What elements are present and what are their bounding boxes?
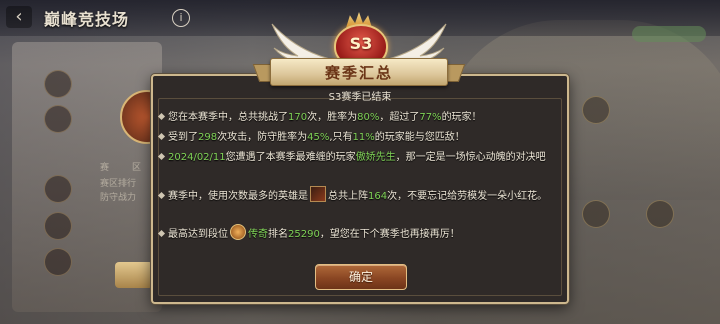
text: ,只有: [329, 132, 353, 143]
text: 的玩家！: [441, 112, 482, 123]
rival-name: 傲娇先生: [355, 152, 396, 163]
back-button[interactable]: ‹: [6, 6, 32, 28]
text: 受到了: [168, 132, 198, 143]
side-menu-icon[interactable]: [44, 175, 72, 203]
text: 您遭遇了本赛季最难缠的玩家: [225, 152, 356, 163]
side-menu-icon[interactable]: [44, 248, 72, 276]
rank-tier: 传奇: [248, 229, 268, 240]
season-summary-dialog: S3赛季已结束 您在本赛季中，总共挑战了170次，胜率为80%，超过了77%的玩…: [151, 74, 569, 304]
text: 您在本赛季中，总共挑战了: [168, 112, 288, 123]
right-menu-icon[interactable]: [646, 200, 674, 228]
title-banner: 赛季汇总: [270, 58, 448, 86]
bg-label: 区: [132, 163, 142, 173]
side-menu-icon[interactable]: [44, 212, 72, 240]
rank-tier-icon: [230, 224, 246, 240]
defense-rate: 45%: [307, 132, 330, 143]
rival-date: 2024/02/11: [168, 152, 226, 163]
hero-use-count: 164: [368, 191, 388, 202]
season-emblem-text: S3: [349, 34, 373, 53]
confirm-button[interactable]: 确定: [315, 264, 407, 290]
right-menu-icon[interactable]: [582, 96, 610, 124]
text: 次，胜率为: [307, 112, 358, 123]
background-button[interactable]: [115, 262, 153, 288]
challenge-count: 170: [288, 112, 308, 123]
side-menu-icon[interactable]: [44, 70, 72, 98]
summary-line-defense: 受到了298次攻击，防守胜率为45%,只有11%的玩家能与您匹敌！: [157, 130, 559, 146]
season-ended-subtitle: S3赛季已结束: [328, 92, 392, 103]
text: 赛季中，使用次数最多的英雄是: [168, 191, 308, 202]
bullet-icon: [157, 132, 166, 141]
dialog-title: 赛季汇总: [324, 64, 393, 82]
currency-pill: [632, 26, 706, 42]
win-rate: 80%: [357, 112, 380, 123]
summary-line-rank: 最高达到段位 传奇排名25290，望您在下个赛季也再接再厉！: [157, 224, 559, 243]
text: 最高达到段位: [168, 229, 228, 240]
text: 总共上阵: [328, 191, 368, 202]
page-title: 巅峰竞技场: [44, 10, 130, 29]
back-arrow-icon: ‹: [15, 6, 23, 27]
bg-label: 赛: [100, 163, 110, 173]
text: ，那一定是一场惊心动魄的对决吧: [395, 152, 546, 163]
bullet-icon: [157, 112, 166, 121]
bullet-icon: [157, 229, 166, 238]
summary-line-rival: 2024/02/11您遭遇了本赛季最难缠的玩家傲娇先生，那一定是一场惊心动魄的对…: [157, 150, 559, 166]
text: ，超过了: [379, 112, 420, 123]
text: 次攻击，防守胜率为: [217, 132, 308, 143]
attack-count: 298: [198, 132, 218, 143]
info-icon[interactable]: i: [172, 9, 190, 27]
hero-portrait-icon: [310, 186, 326, 202]
text: ，望您在下个赛季也再接再厉！: [319, 229, 460, 240]
side-menu-icon[interactable]: [44, 105, 72, 133]
summary-line-hero: 赛季中，使用次数最多的英雄是 总共上阵164次，不要忘记给劳模发一朵小红花。: [157, 186, 559, 205]
right-menu-icon[interactable]: [582, 200, 610, 228]
text: 的玩家能与您匹敌！: [374, 132, 465, 143]
beat-percent: 77%: [419, 112, 442, 123]
rank-number: 25290: [288, 229, 320, 240]
match-percent: 11%: [352, 132, 375, 143]
summary-line-challenges: 您在本赛季中，总共挑战了170次，胜率为80%，超过了77%的玩家！: [157, 110, 559, 126]
bullet-icon: [157, 152, 166, 161]
text: 排名: [268, 229, 288, 240]
bg-label: 赛区排行: [100, 179, 137, 189]
bg-label: 防守战力: [100, 193, 137, 203]
bullet-icon: [157, 191, 166, 200]
text: 次，不要忘记给劳模发一朵小红花。: [387, 191, 548, 202]
